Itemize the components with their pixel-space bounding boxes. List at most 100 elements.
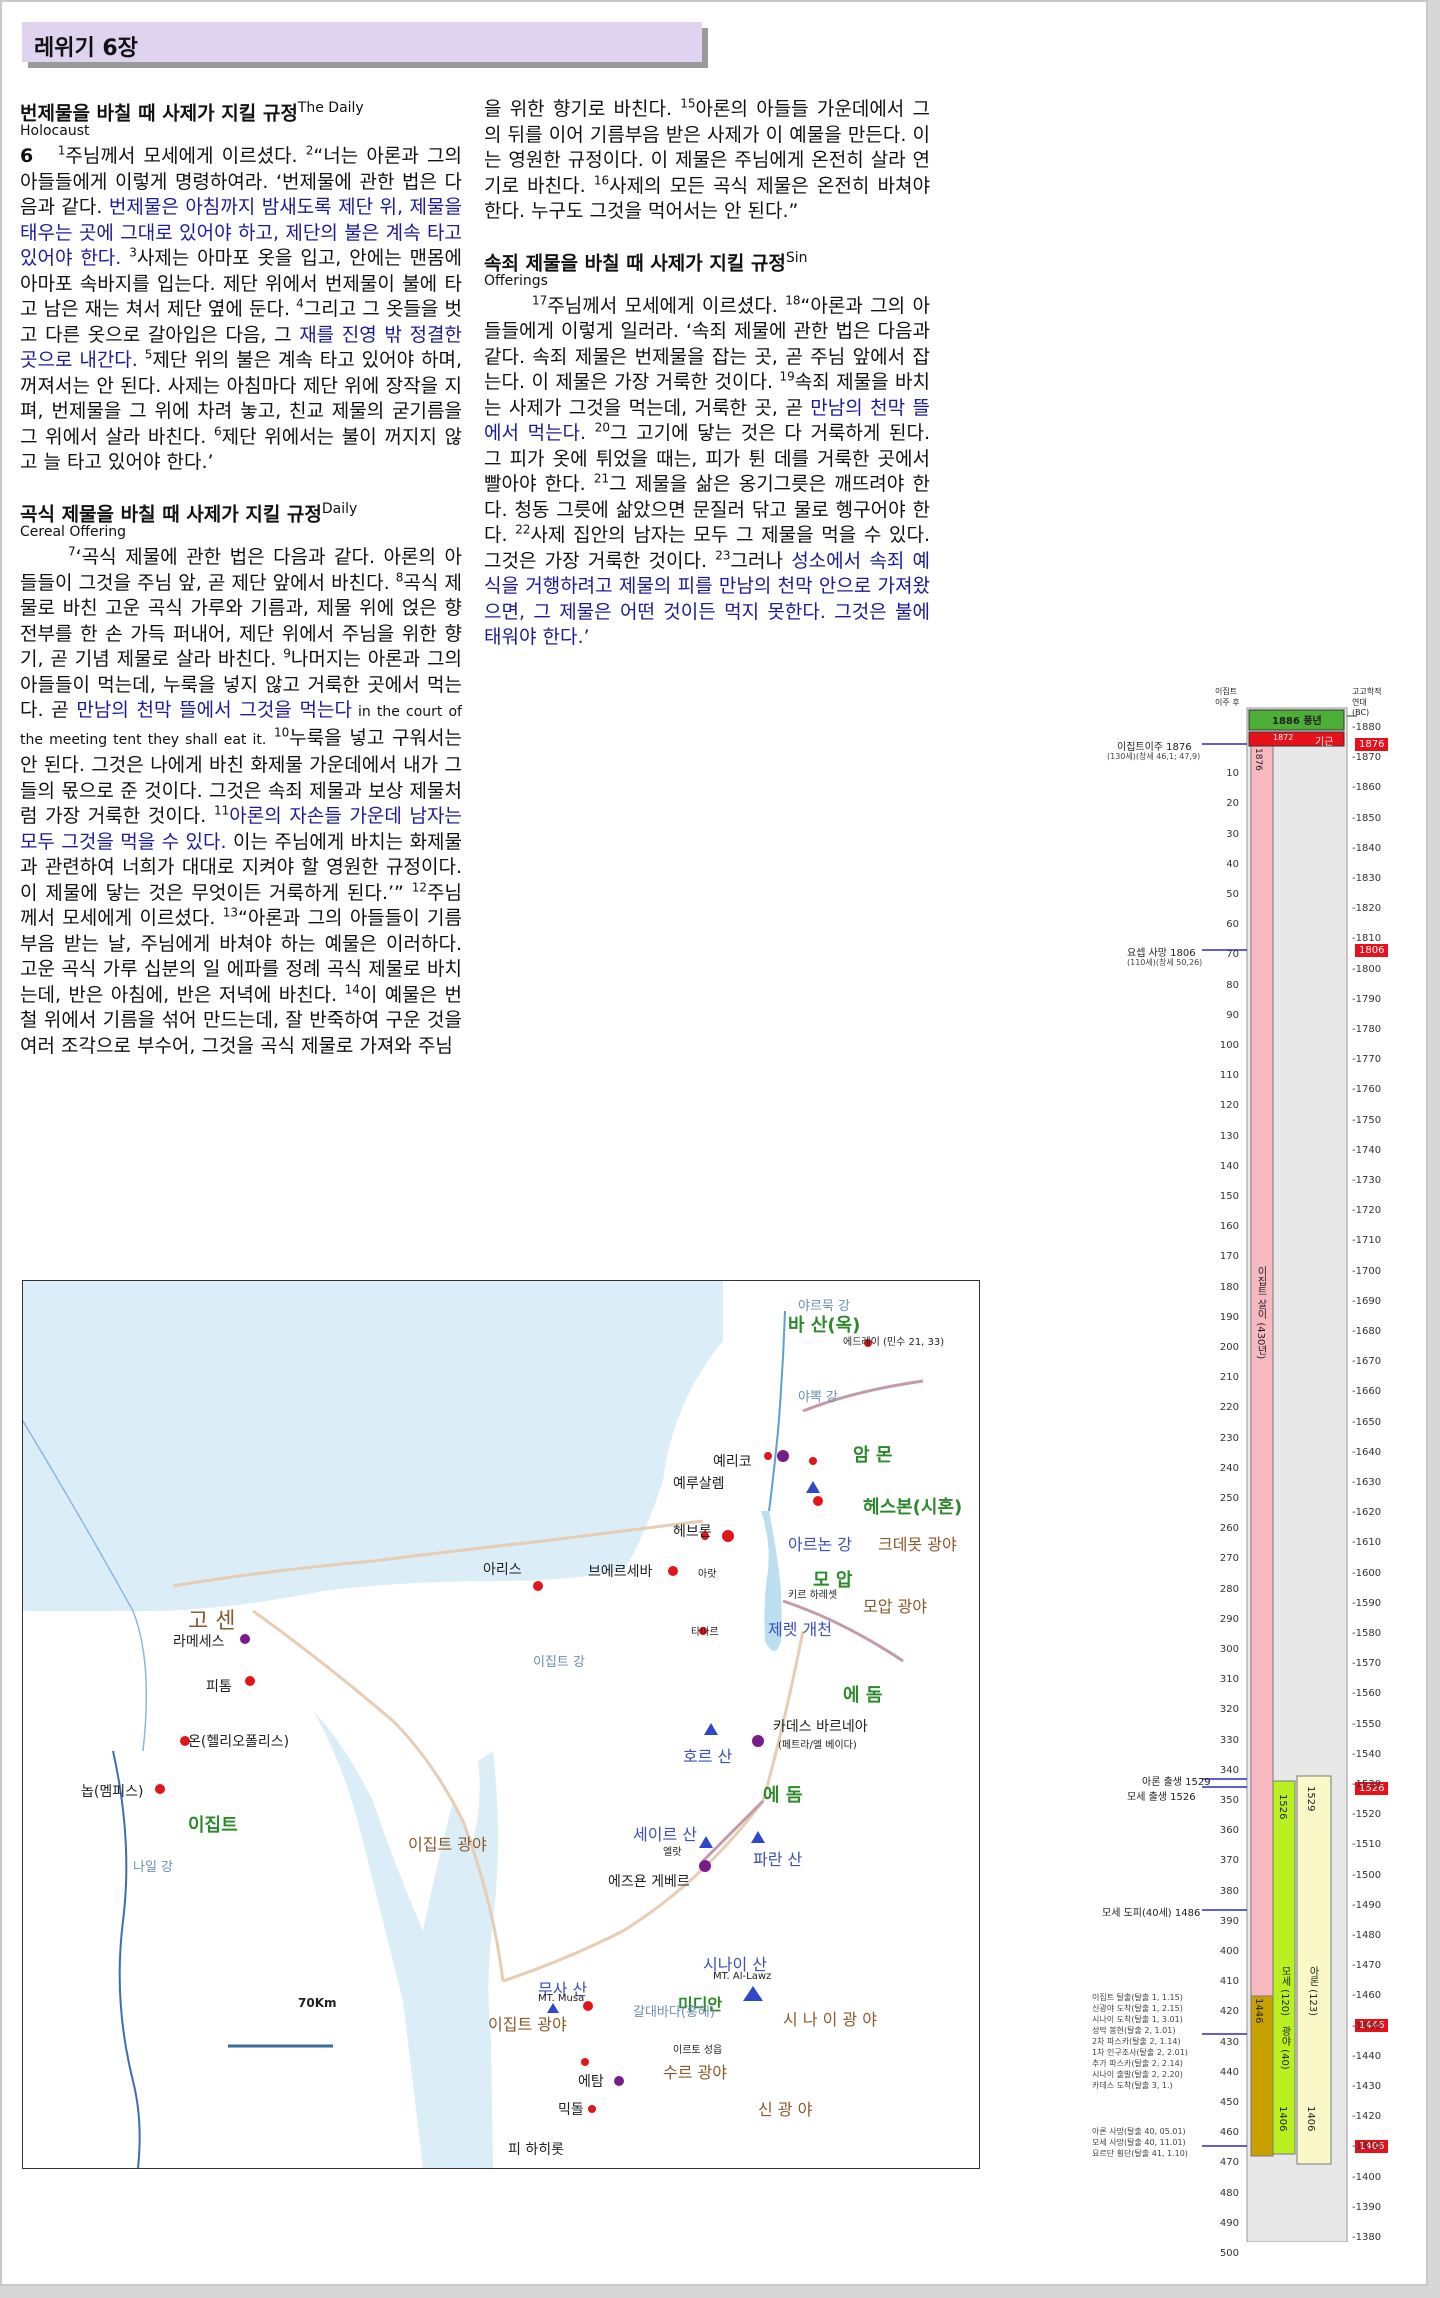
- label-zered: 제렛 개천: [768, 1620, 832, 1639]
- label-yarmuk: 야르묵 강: [798, 1299, 850, 1314]
- tl-left-tick: 130: [1219, 1130, 1239, 1142]
- label-ammon: 암 몬: [853, 1445, 893, 1466]
- tl-left-tick: 260: [1219, 1523, 1239, 1535]
- tl-left-tick: 190: [1219, 1311, 1239, 1323]
- tl-left-tick: 300: [1219, 1644, 1239, 1655]
- tl-ev9: 성막 봉헌(탈출 2, 1.01): [1092, 2026, 1176, 2035]
- tl-left-tick: 90: [1226, 1009, 1239, 1021]
- tl-right-tick: -1880: [1352, 722, 1382, 733]
- page: 레위기 6장 번제물을 바칠 때 사제가 지킬 규정The Daily Holoc…: [0, 0, 1428, 2286]
- tl-left-tick: 480: [1219, 2187, 1239, 2199]
- tl-left-tick: 350: [1219, 1795, 1239, 1806]
- tl-right-tick: -1590: [1352, 1597, 1382, 1609]
- tl-right-tick: -1440: [1352, 2050, 1382, 2062]
- tl-right-tick: -1400: [1352, 2171, 1382, 2183]
- label-heshbon: 헤스본(시혼): [863, 1497, 963, 1518]
- tl-left-tick: 410: [1219, 1976, 1239, 1988]
- tl-right-tick: -1740: [1352, 1144, 1382, 1156]
- tl-left-tick: 10: [1226, 768, 1239, 780]
- label-egypt: 이집트: [188, 1815, 238, 1836]
- label-kadesh: 카데스 바르네아: [773, 1719, 868, 1735]
- tl-right-tick: -1410: [1352, 2141, 1382, 2153]
- tl-right-tick: -1580: [1352, 1628, 1382, 1639]
- chapter-title-bar: 레위기 6장: [22, 22, 702, 62]
- tl-left-tick: 320: [1219, 1704, 1239, 1716]
- label-red-sea: 갈대바다(홍해): [633, 2005, 715, 2020]
- tl-right-tick: -1710: [1352, 1235, 1382, 1247]
- tl-left-tick: 460: [1219, 2127, 1239, 2139]
- label-kedemot: 크데못 광야: [878, 1535, 957, 1554]
- tl-right-tick: -1640: [1352, 1446, 1382, 1458]
- tl-bar-egypt: 이집트 살이 (430년): [1255, 1266, 1266, 1360]
- section-heading-2: 곡식 제물을 바칠 때 사제가 지킬 규정Daily Cereal Offerin…: [20, 500, 358, 541]
- tl-ev14: 카데스 도착(탈출 3, 1.): [1092, 2081, 1173, 2090]
- tl-left-tick: 120: [1219, 1100, 1239, 1112]
- tl-right-tick: -1490: [1352, 1899, 1382, 1911]
- tl-ev1-sub: (130세)(창세 46,1; 47,9): [1107, 752, 1201, 761]
- label-mt-seir: 세이르 산: [633, 1825, 697, 1844]
- tl-right-tick: -1530: [1352, 1779, 1382, 1790]
- tl-right-tick: -1720: [1352, 1205, 1382, 1217]
- tl-left-tick: 170: [1219, 1251, 1239, 1263]
- tl-left-tick: 400: [1219, 1946, 1239, 1957]
- tl-bar-moses: 모세 (120): [1279, 1966, 1290, 2017]
- tl-left-tick: 490: [1219, 2217, 1239, 2229]
- label-jerusalem: 예루살렘: [673, 1476, 725, 1492]
- label-sinai-wilderness: 시 나 이 광 야: [783, 2010, 877, 2029]
- label-kir: 키르 하레셋: [788, 1590, 838, 1601]
- tl-left-tick: 100: [1219, 1040, 1239, 1051]
- tl-right-tick: -1610: [1352, 1537, 1382, 1549]
- tl-right-tick: -1470: [1352, 1960, 1382, 1972]
- tl-b1406b: 1406: [1305, 2106, 1316, 2132]
- tl-left-tick: 160: [1219, 1221, 1239, 1233]
- paragraph-4: 17주님께서 모세에게 이르셨다. 18“아론과 그의 아들들에게 이렇게 일러…: [484, 293, 931, 649]
- tl-left-tick: 280: [1219, 1583, 1239, 1595]
- tl-left-tick: 430: [1219, 2036, 1239, 2048]
- label-kadesh-2: (페트라/엘 베이다): [778, 1740, 857, 1751]
- tl-left-tick: 440: [1219, 2066, 1239, 2078]
- tl-left-tick: 30: [1226, 828, 1239, 840]
- tl-ev5: 모세 도피(40세) 1486: [1102, 1908, 1201, 1919]
- tl-right-tick: -1870: [1352, 752, 1382, 764]
- tl-left-tick: 50: [1226, 889, 1239, 900]
- tl-left-tick: 60: [1226, 919, 1239, 931]
- tl-right-tick: -1570: [1352, 1658, 1382, 1670]
- tl-right-tick: -1560: [1352, 1688, 1382, 1700]
- tl-right-tick: -1690: [1352, 1295, 1382, 1307]
- label-sur-wilderness: 수르 광야: [663, 2063, 727, 2082]
- tl-right-tick: -1780: [1352, 1024, 1382, 1035]
- label-moab-wilderness: 모압 광야: [863, 1597, 927, 1616]
- tl-left-tick: 210: [1219, 1372, 1239, 1384]
- tl-left-tick: 40: [1226, 858, 1239, 870]
- text-column-2: 을 위한 향기로 바친다. 15아론의 아들들 가운데에서 그의 뒤를 이어 기…: [484, 97, 930, 651]
- tl-left-tick: 290: [1219, 1613, 1239, 1625]
- tl-ev17: 요르단 횡단(탈출 41, 1.10): [1092, 2149, 1188, 2158]
- label-sin-wilderness: 신 광 야: [758, 2100, 813, 2119]
- tl-right-tick: -1510: [1352, 1839, 1382, 1851]
- tl-left-tick: 330: [1219, 1734, 1239, 1746]
- tl-left-tick: 370: [1219, 1855, 1239, 1867]
- tl-right-tick: -1860: [1352, 782, 1382, 794]
- tl-b1446: 1446: [1253, 1998, 1264, 2024]
- tl-right-tick: -1680: [1352, 1326, 1382, 1337]
- label-egypt-river: 이집트 강: [533, 1655, 585, 1670]
- tl-badge-1876: 1876: [1355, 738, 1389, 751]
- label-mt-musa-en: MT. Musa: [538, 1993, 585, 2004]
- tl-ev10: 2차 파스카(탈출 2, 1.14): [1092, 2037, 1181, 2046]
- label-elim-city: 이르토 성읍: [673, 2045, 723, 2056]
- tl-left-tick: 230: [1219, 1432, 1239, 1444]
- tl-left-tick: 110: [1219, 1070, 1239, 1082]
- label-pihahiroth: 피 하히롯: [508, 2142, 564, 2158]
- timeline: 이집트 이주 후 고고학적 연대 (BC) 1886 풍년 기근 1872 이집…: [1087, 686, 1426, 2259]
- paragraph-3: 을 위한 향기로 바친다. 15아론의 아들들 가운데에서 그의 뒤를 이어 기…: [484, 96, 930, 222]
- tl-right-tick: -1790: [1352, 993, 1382, 1005]
- tl-left-tick: 180: [1219, 1281, 1239, 1293]
- tl-left-tick: 70: [1226, 949, 1239, 961]
- tl-right-tick: -1380: [1352, 2232, 1382, 2243]
- tl-bar-aaron: 아론 (123): [1307, 1966, 1318, 2017]
- tl-ev12: 추가 파스카(탈출 2, 2.14): [1092, 2059, 1183, 2068]
- tl-left-tick: 470: [1219, 2157, 1239, 2169]
- tl-left-tick: 220: [1219, 1402, 1239, 1414]
- tl-b1406: 1406: [1277, 2106, 1288, 2132]
- tl-right-tick: -1800: [1352, 963, 1382, 975]
